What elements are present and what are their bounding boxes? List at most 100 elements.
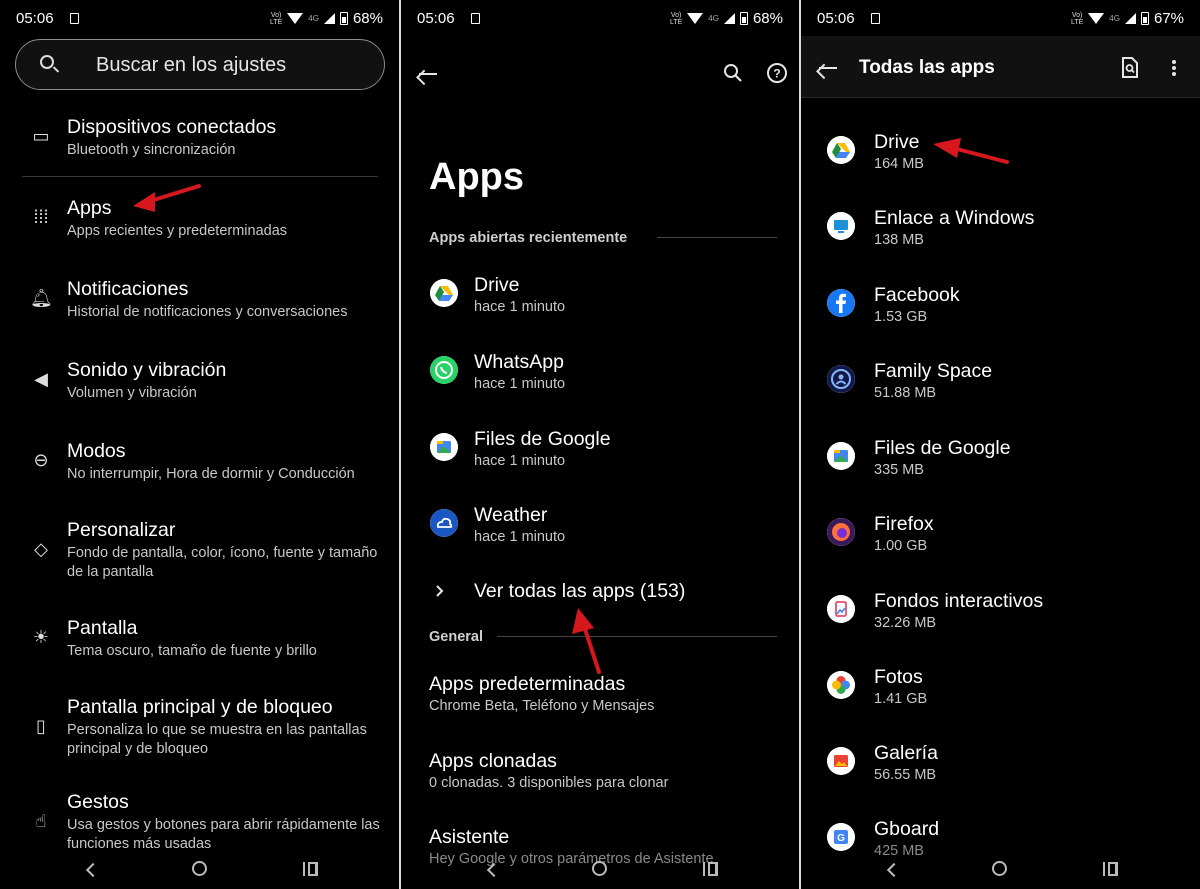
- setting-subtitle: Tema oscuro, tamaño de fuente y brillo: [67, 643, 317, 659]
- app-list-item[interactable]: Family Space 51.88 MB: [801, 360, 1200, 410]
- setting-subtitle: Historial de notificaciones y conversaci…: [67, 304, 348, 320]
- setting-subtitle: Personaliza lo que se muestra en las pan…: [67, 722, 367, 757]
- setting-personalize[interactable]: ◇ Personalizar Fondo de pantalla, color,…: [0, 519, 399, 583]
- app-time: hace 1 minuto: [474, 376, 566, 392]
- back-arrow-icon[interactable]: [419, 73, 437, 75]
- network-type: 4G: [1109, 14, 1120, 23]
- setting-title: Sonido y vibración: [67, 359, 227, 381]
- divider: [22, 176, 378, 177]
- setting-title: Dispositivos conectados: [67, 116, 277, 138]
- app-name: Files de Google: [474, 428, 611, 450]
- setting-notifications[interactable]: 🔔︎ Notificaciones Historial de notificac…: [0, 278, 399, 328]
- app-size: 32.26 MB: [874, 615, 937, 631]
- gallery-icon: [827, 747, 855, 775]
- windows-link-icon: [827, 212, 855, 240]
- nav-back-button[interactable]: [486, 862, 502, 878]
- chevron-right-icon: [436, 585, 444, 597]
- section-general-header: General: [429, 629, 483, 645]
- setting-title: Personalizar: [67, 519, 176, 541]
- more-options-icon[interactable]: [1171, 58, 1177, 78]
- lockscreen-icon: ▯: [36, 716, 46, 736]
- app-list-item[interactable]: Firefox 1.00 GB: [801, 513, 1200, 563]
- help-icon[interactable]: ?: [766, 62, 788, 84]
- item-title: Asistente: [429, 826, 510, 848]
- app-size: 1.41 GB: [874, 691, 928, 707]
- setting-display[interactable]: ☀︎ Pantalla Tema oscuro, tamaño de fuent…: [0, 617, 399, 667]
- volte-icon: Vo) LTE: [269, 11, 283, 26]
- search-bar[interactable]: Buscar en los ajustes: [15, 39, 385, 90]
- app-list-item[interactable]: Galería 56.55 MB: [801, 742, 1200, 792]
- item-subtitle: 0 clonadas. 3 disponibles para clonar: [429, 775, 669, 791]
- nav-home-button[interactable]: [592, 861, 607, 876]
- battery-level: 68%: [752, 10, 783, 27]
- setting-connected-devices[interactable]: ▭ Dispositivos conectados Bluetooth y si…: [0, 116, 399, 166]
- app-name: Firefox: [874, 513, 934, 535]
- recent-app-weather[interactable]: Weather hace 1 minuto: [401, 504, 799, 554]
- annotation-arrow: [572, 608, 601, 674]
- app-time: hace 1 minuto: [474, 529, 566, 545]
- nav-recents-button[interactable]: [703, 862, 718, 876]
- app-list-item[interactable]: Enlace a Windows 138 MB: [801, 207, 1200, 257]
- weather-icon: [430, 509, 458, 537]
- nav-recents-button[interactable]: [1103, 862, 1118, 876]
- battery-icon: [1140, 12, 1149, 25]
- setting-title: Modos: [67, 440, 126, 462]
- drive-icon: [827, 136, 855, 164]
- setting-gestures[interactable]: ☝︎ Gestos Usa gestos y botones para abri…: [0, 791, 399, 855]
- back-arrow-icon[interactable]: [819, 67, 837, 69]
- setting-modes[interactable]: ⊖ Modos No interrumpir, Hora de dormir y…: [0, 440, 399, 490]
- search-placeholder: Buscar en los ajustes: [96, 54, 287, 76]
- drive-icon: [430, 279, 458, 307]
- nav-back-button[interactable]: [85, 862, 101, 878]
- recent-app-files[interactable]: Files de Google hace 1 minuto: [401, 428, 799, 478]
- sim-icon: [70, 13, 79, 24]
- status-bar: 05:06 Vo) LTE 4G 68%: [401, 0, 799, 36]
- cloned-apps-item[interactable]: Apps clonadas 0 clonadas. 3 disponibles …: [401, 750, 799, 800]
- wifi-icon: [1088, 13, 1105, 24]
- app-name: Enlace a Windows: [874, 207, 1035, 229]
- search-in-list-icon[interactable]: [1121, 57, 1139, 79]
- app-name: Files de Google: [874, 437, 1011, 459]
- app-list-item[interactable]: Facebook 1.53 GB: [801, 284, 1200, 334]
- status-time: 05:06: [417, 10, 455, 27]
- wallpapers-icon: [827, 595, 855, 623]
- setting-subtitle: Bluetooth y sincronización: [67, 142, 236, 158]
- app-size: 138 MB: [874, 232, 924, 248]
- recent-app-drive[interactable]: Drive hace 1 minuto: [401, 274, 799, 324]
- recent-app-whatsapp[interactable]: WhatsApp hace 1 minuto: [401, 351, 799, 401]
- setting-sound[interactable]: ◀︎ Sonido y vibración Volumen y vibració…: [0, 359, 399, 409]
- app-name: Fondos interactivos: [874, 590, 1044, 612]
- setting-subtitle: Fondo de pantalla, color, ícono, fuente …: [67, 545, 378, 580]
- devices-icon: ▭: [32, 126, 50, 146]
- wifi-icon: [287, 13, 304, 24]
- status-time: 05:06: [16, 10, 54, 27]
- apps-grid-icon: ⁞⁞⁞: [33, 207, 49, 227]
- brightness-icon: ☀︎: [32, 627, 50, 647]
- app-list-item[interactable]: Fondos interactivos 32.26 MB: [801, 590, 1200, 640]
- setting-subtitle: No interrumpir, Hora de dormir y Conducc…: [67, 466, 355, 482]
- files-icon: [827, 442, 855, 470]
- app-list-item[interactable]: Fotos 1.41 GB: [801, 666, 1200, 716]
- nav-home-button[interactable]: [192, 861, 207, 876]
- nav-back-button[interactable]: [886, 862, 902, 878]
- volte-icon: Vo) LTE: [1070, 11, 1084, 26]
- search-icon[interactable]: [723, 63, 743, 83]
- nav-home-button[interactable]: [992, 861, 1007, 876]
- status-time: 05:06: [817, 10, 855, 27]
- setting-title: Notificaciones: [67, 278, 189, 300]
- page-title: Apps: [429, 156, 524, 198]
- setting-home-lock-screen[interactable]: ▯ Pantalla principal y de bloqueo Person…: [0, 696, 399, 760]
- setting-title: Pantalla principal y de bloqueo: [67, 696, 333, 718]
- network-type: 4G: [308, 14, 319, 23]
- status-bar: 05:06 Vo) LTE 4G 67%: [801, 0, 1200, 36]
- app-list-item[interactable]: Files de Google 335 MB: [801, 437, 1200, 487]
- battery-icon: [339, 12, 348, 25]
- signal-icon: [1124, 13, 1136, 24]
- setting-title: Gestos: [67, 791, 129, 813]
- default-apps-item[interactable]: Apps predeterminadas Chrome Beta, Teléfo…: [401, 673, 799, 723]
- app-name: Gboard: [874, 818, 940, 840]
- app-size: 1.00 GB: [874, 538, 928, 554]
- facebook-icon: [827, 289, 855, 317]
- app-bar: Todas las apps: [801, 36, 1200, 98]
- nav-recents-button[interactable]: [303, 862, 318, 876]
